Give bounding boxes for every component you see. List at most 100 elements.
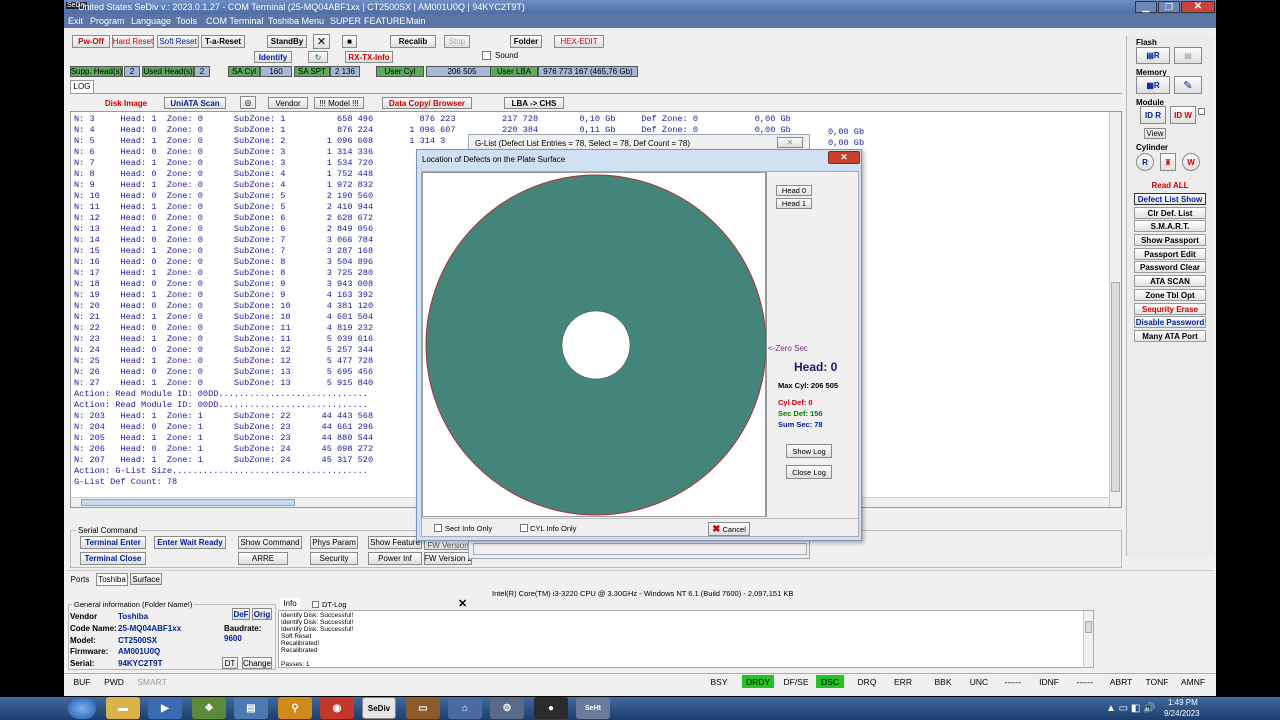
- show-command-button[interactable]: Show Command: [238, 536, 302, 549]
- refresh-icon[interactable]: ↻: [308, 51, 328, 63]
- zone-tbl-opt-button[interactable]: Zone Tbl Opt: [1134, 289, 1206, 301]
- camera-icon[interactable]: ◎: [240, 96, 256, 109]
- disable-password-button[interactable]: Disable Password: [1134, 316, 1206, 328]
- cylinder-write-icon[interactable]: W: [1182, 153, 1200, 171]
- vendor-button[interactable]: Vendor: [268, 97, 308, 109]
- taskbar-sediv-icon[interactable]: SeDiv: [362, 697, 396, 719]
- change-button[interactable]: Change: [242, 657, 272, 669]
- soft-reset-button[interactable]: Soft Reset: [157, 35, 199, 48]
- cylinder-read-icon[interactable]: R: [1136, 153, 1154, 171]
- menu-exit[interactable]: Exit: [68, 16, 83, 26]
- arre-button[interactable]: ARRE: [238, 552, 288, 565]
- rx-tx-info-button[interactable]: RX-TX-Info: [345, 51, 393, 63]
- log-vscrollbar[interactable]: [1109, 112, 1121, 507]
- plate-close-icon[interactable]: ✕: [828, 151, 860, 164]
- phys-param-button[interactable]: Phys Param: [310, 536, 358, 549]
- tab-ports[interactable]: Ports: [68, 573, 92, 585]
- menu-program[interactable]: Program: [90, 16, 125, 26]
- taskbar-tool-icon[interactable]: ⚙: [490, 697, 524, 719]
- taskbar-explorer-icon[interactable]: ▬: [106, 697, 140, 719]
- cancel-button[interactable]: ✖ Cancel: [708, 522, 750, 536]
- menu-tools[interactable]: Tools: [176, 16, 197, 26]
- uniata-scan-button[interactable]: UniATA Scan: [164, 97, 226, 109]
- module-checkbox[interactable]: [1198, 108, 1205, 115]
- info-vscroll-thumb[interactable]: [1085, 621, 1092, 633]
- minimize-icon[interactable]: ▁: [1135, 1, 1157, 13]
- log-hscroll-thumb[interactable]: [81, 499, 295, 506]
- password-clear-button[interactable]: Password Clear: [1134, 261, 1206, 273]
- security-button[interactable]: Security: [310, 552, 358, 565]
- memory-read-icon[interactable]: ▦R: [1136, 76, 1170, 94]
- close-icon[interactable]: ✕: [1181, 1, 1215, 13]
- show-feature-button[interactable]: Show Feature: [368, 536, 422, 549]
- clr-def-list-button[interactable]: Clr Def. List: [1134, 207, 1206, 219]
- show-passport-button[interactable]: Show Passport: [1134, 234, 1206, 246]
- dt-button[interactable]: DT: [222, 657, 238, 669]
- hard-reset-button[interactable]: Hard Reset: [112, 35, 154, 48]
- glist-close-icon[interactable]: ✕: [777, 137, 803, 148]
- many-ata-port-button[interactable]: Many ATA Port: [1134, 330, 1206, 342]
- sect-info-checkbox[interactable]: [434, 524, 442, 532]
- tab-surface[interactable]: Surface: [130, 573, 162, 585]
- menu-main[interactable]: Main: [406, 16, 426, 26]
- info-close-icon[interactable]: ✕: [458, 597, 467, 610]
- taskbar-chrome-icon[interactable]: ◉: [320, 697, 354, 719]
- power-inf-button[interactable]: Power Inf: [368, 552, 422, 565]
- standby-button[interactable]: StandBy: [267, 35, 307, 48]
- info-log[interactable]: Identify Disk: Successful! Identify Disk…: [278, 610, 1094, 668]
- taskbar-media-icon[interactable]: ▶: [148, 697, 182, 719]
- sound-checkbox[interactable]: [482, 51, 491, 60]
- taskbar-record-icon[interactable]: ●: [534, 697, 568, 719]
- folder-button[interactable]: Folder: [510, 35, 542, 48]
- taskbar-app-icon[interactable]: ❖: [192, 697, 226, 719]
- stop-button[interactable]: Stop: [444, 35, 470, 48]
- info-tab[interactable]: Info: [280, 598, 300, 609]
- lba-chs-button[interactable]: LBA -> CHS: [504, 97, 564, 109]
- model-button[interactable]: !!! Model !!!: [314, 97, 364, 109]
- taskbar-hdd-icon[interactable]: ▭: [406, 697, 440, 719]
- cylinder-tool-icon[interactable]: ♜: [1160, 153, 1176, 171]
- passport-edit-button[interactable]: Passport Edit: [1134, 248, 1206, 260]
- head-0-button[interactable]: Head 0: [776, 185, 812, 196]
- ata-scan-button[interactable]: ATA SCAN: [1134, 275, 1206, 287]
- tray-icons[interactable]: ▲ ▭ ◧ 🔊: [1106, 703, 1156, 714]
- maximize-icon[interactable]: ❐: [1158, 1, 1180, 13]
- cyl-info-checkbox[interactable]: [520, 524, 528, 532]
- fw-version-top-button[interactable]: FW Version: [424, 540, 472, 550]
- tab-toshiba[interactable]: Toshiba: [96, 573, 128, 586]
- data-copy-browser-button[interactable]: Data Copy/ Browser: [382, 97, 472, 109]
- read-all-button[interactable]: Read ALL: [1134, 179, 1206, 191]
- save-icon[interactable]: ■: [342, 35, 357, 48]
- smart-button[interactable]: S.M.A.R.T.: [1134, 220, 1206, 232]
- terminal-enter-button[interactable]: Terminal Enter: [80, 536, 146, 549]
- view-button[interactable]: View: [1144, 128, 1166, 139]
- menu-language[interactable]: Language: [131, 16, 171, 26]
- hex-edit-button[interactable]: HEX-EDIT: [554, 35, 604, 48]
- module-id-read-icon[interactable]: ID R: [1140, 106, 1166, 124]
- menu-toshiba[interactable]: Toshiba Menu: [268, 16, 324, 26]
- flash-write-icon[interactable]: ▤: [1174, 47, 1202, 64]
- menu-super[interactable]: SUPER: [330, 16, 361, 26]
- defect-list-show-button[interactable]: Defect List Show: [1134, 193, 1206, 205]
- taskbar-notes-icon[interactable]: ▤: [234, 697, 268, 719]
- fw-version-button[interactable]: FW Version 2: [424, 552, 472, 565]
- tab-log[interactable]: LOG: [70, 80, 94, 93]
- x-icon[interactable]: ✕: [313, 34, 330, 49]
- info-vscrollbar[interactable]: [1083, 611, 1093, 667]
- t-a-reset-button[interactable]: T-a-Reset: [201, 35, 245, 48]
- menu-feature[interactable]: FEATURE: [364, 16, 405, 26]
- start-button[interactable]: [68, 698, 96, 719]
- pw-off-button[interactable]: Pw-Off: [72, 35, 110, 48]
- plate-canvas[interactable]: [422, 172, 767, 517]
- disk-image-button[interactable]: Disk Image: [100, 97, 152, 109]
- module-id-write-icon[interactable]: ID W: [1170, 106, 1196, 124]
- security-erase-button[interactable]: Sequrity Erase: [1134, 303, 1206, 315]
- orig-button[interactable]: Orig: [252, 608, 272, 620]
- head-1-button[interactable]: Head 1: [776, 198, 812, 209]
- flash-read-icon[interactable]: ▤R: [1136, 47, 1170, 64]
- menu-com-terminal[interactable]: COM Terminal: [206, 16, 263, 26]
- taskbar-sediv2-icon[interactable]: SeHt: [576, 697, 610, 719]
- enter-wait-ready-button[interactable]: Enter Wait Ready: [154, 536, 226, 549]
- memory-tool-icon[interactable]: ✎: [1174, 76, 1202, 94]
- terminal-close-button[interactable]: Terminal Close: [80, 552, 146, 565]
